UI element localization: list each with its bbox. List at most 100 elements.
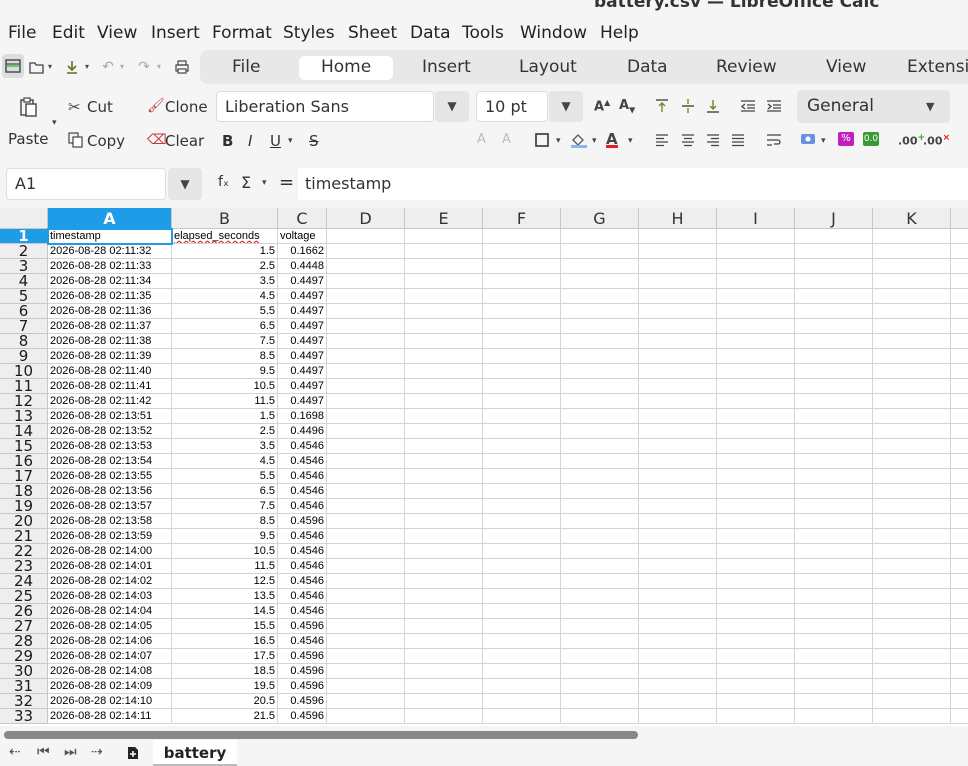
header-cell[interactable]: voltage [278,229,327,244]
cell[interactable]: 2026-08-28 02:13:58 [48,514,172,529]
cell[interactable] [951,514,968,529]
cell[interactable] [405,349,483,364]
cell[interactable]: 2026-08-28 02:13:55 [48,469,172,484]
cell[interactable]: 15.5 [172,619,278,634]
print-icon[interactable] [172,57,192,77]
cell[interactable] [327,229,405,244]
cell[interactable]: 17.5 [172,649,278,664]
cell[interactable] [717,274,795,289]
copy-button[interactable]: Copy [87,132,125,150]
cell[interactable] [717,409,795,424]
row-header[interactable]: 14 [0,424,48,439]
cell[interactable]: 19.5 [172,679,278,694]
clear-button[interactable]: Clear [165,132,204,150]
cell[interactable] [717,229,795,244]
cell[interactable]: 0.1662 [278,244,327,259]
cell[interactable] [795,514,873,529]
cell[interactable] [561,679,639,694]
cell[interactable]: 0.4497 [278,379,327,394]
cell[interactable] [405,484,483,499]
cell[interactable] [561,394,639,409]
cell[interactable] [795,394,873,409]
cell[interactable] [717,544,795,559]
cell[interactable] [951,394,968,409]
cell[interactable] [405,529,483,544]
cell[interactable] [795,499,873,514]
cell[interactable]: 0.4596 [278,679,327,694]
cell[interactable] [561,664,639,679]
cell[interactable] [951,499,968,514]
cell[interactable] [483,229,561,244]
cell[interactable]: 2026-08-28 02:14:00 [48,544,172,559]
cell[interactable]: 2026-08-28 02:14:06 [48,634,172,649]
cell[interactable] [327,394,405,409]
cell[interactable] [483,589,561,604]
cell[interactable] [483,664,561,679]
column-header-e[interactable]: E [405,208,483,229]
cell[interactable]: 0.4497 [278,334,327,349]
cell[interactable]: 10.5 [172,544,278,559]
cell[interactable] [561,424,639,439]
increase-indent-icon[interactable] [766,98,782,114]
cell[interactable] [639,469,717,484]
cell[interactable] [873,514,951,529]
cell[interactable] [405,709,483,724]
cell[interactable] [639,559,717,574]
column-header-b[interactable]: B [172,208,278,229]
cell[interactable] [795,289,873,304]
cell[interactable]: 0.4596 [278,514,327,529]
align-top-icon[interactable] [654,98,670,114]
currency-dropdown-icon[interactable]: ▾ [821,136,826,146]
cell[interactable]: 2026-08-28 02:13:57 [48,499,172,514]
horizontal-scroll-thumb[interactable] [4,731,638,739]
cell[interactable] [795,409,873,424]
cell[interactable] [717,529,795,544]
tab-file[interactable]: File [232,56,260,80]
cell[interactable] [405,454,483,469]
cell[interactable] [327,289,405,304]
cell[interactable]: 5.5 [172,469,278,484]
cell[interactable] [717,394,795,409]
cell[interactable] [795,649,873,664]
cell[interactable] [327,244,405,259]
cell[interactable] [483,394,561,409]
cell[interactable] [795,349,873,364]
cell[interactable]: 2026-08-28 02:11:39 [48,349,172,364]
cell[interactable] [951,559,968,574]
copy-icon[interactable] [68,132,84,148]
cell[interactable] [561,229,639,244]
cell[interactable] [873,709,951,724]
cell[interactable] [795,319,873,334]
cell[interactable] [405,319,483,334]
cell[interactable] [483,244,561,259]
cell[interactable] [405,619,483,634]
cell[interactable] [405,244,483,259]
paste-button[interactable]: Paste [8,130,49,148]
cell[interactable] [951,364,968,379]
align-center-icon[interactable] [680,132,696,148]
cell[interactable]: 21.5 [172,709,278,724]
cell[interactable] [795,484,873,499]
cell[interactable] [873,604,951,619]
column-header-d[interactable]: D [327,208,405,229]
cell[interactable]: 14.5 [172,604,278,619]
row-header[interactable]: 13 [0,409,48,424]
cell[interactable] [951,619,968,634]
cell[interactable] [483,559,561,574]
row-header[interactable]: 19 [0,499,48,514]
underline-button[interactable]: U [270,132,281,150]
tab-extensions[interactable]: Extensio [907,56,968,80]
cell[interactable] [483,694,561,709]
add-decimal-icon[interactable]: .00+ [898,132,925,148]
cell[interactable]: 2026-08-28 02:11:34 [48,274,172,289]
cell[interactable] [327,679,405,694]
row-header[interactable]: 4 [0,274,48,289]
cell[interactable] [561,529,639,544]
cell[interactable]: 2026-08-28 02:11:36 [48,304,172,319]
cell[interactable] [639,454,717,469]
cell[interactable] [795,364,873,379]
cell[interactable] [717,694,795,709]
cell[interactable] [873,394,951,409]
cell[interactable] [951,529,968,544]
cell[interactable] [483,409,561,424]
